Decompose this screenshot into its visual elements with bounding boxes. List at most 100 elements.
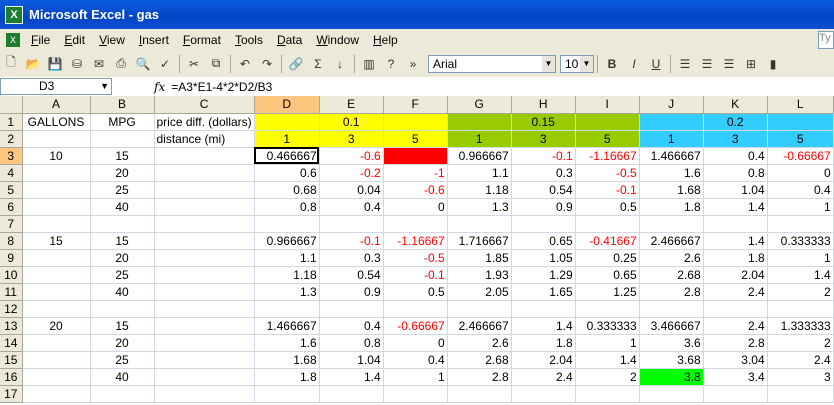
cell-j12[interactable] (639, 300, 704, 318)
cell-l13[interactable]: 1.333333 (767, 317, 834, 335)
cell-c10[interactable] (154, 266, 255, 284)
cell-h7[interactable] (511, 215, 576, 233)
column-header-j[interactable]: J (639, 96, 704, 114)
cell-e1[interactable]: 0.1 (319, 113, 384, 131)
cell-a12[interactable] (22, 300, 91, 318)
cell-f8[interactable]: -1.16667 (383, 232, 448, 250)
cell-f7[interactable] (383, 215, 448, 233)
menu-edit[interactable]: Edit (57, 33, 92, 47)
formula-input[interactable]: =A3*E1-4*2*D2/B3 (171, 80, 272, 94)
cell-a5[interactable] (22, 181, 91, 199)
cell-j1[interactable] (639, 113, 704, 131)
cell-g14[interactable]: 2.6 (447, 334, 512, 352)
cell-l7[interactable] (767, 215, 834, 233)
cell-d2[interactable]: 1 (254, 130, 320, 148)
cell-l15[interactable]: 2.4 (767, 351, 834, 369)
cell-i12[interactable] (575, 300, 640, 318)
cell-h8[interactable]: 0.65 (511, 232, 576, 250)
cell-b4[interactable]: 20 (90, 164, 155, 182)
column-header-h[interactable]: H (511, 96, 576, 114)
cell-i11[interactable]: 1.25 (575, 283, 640, 301)
chevron-down-icon[interactable]: ▼ (542, 55, 555, 72)
cell-i5[interactable]: -0.1 (575, 181, 640, 199)
cell-e3[interactable]: -0.6 (319, 147, 384, 165)
cell-f3[interactable]: -1.66667 (383, 147, 448, 165)
cell-e16[interactable]: 1.4 (319, 368, 384, 386)
cell-d10[interactable]: 1.18 (254, 266, 320, 284)
cell-g10[interactable]: 1.93 (447, 266, 512, 284)
cell-d17[interactable] (254, 385, 320, 403)
sort-ascending-icon[interactable]: ↓ (330, 54, 350, 74)
column-header-l[interactable]: L (767, 96, 834, 114)
cell-a2[interactable] (22, 130, 91, 148)
cell-e2[interactable]: 3 (319, 130, 384, 148)
cell-b7[interactable] (90, 215, 155, 233)
cell-i15[interactable]: 1.4 (575, 351, 640, 369)
cell-h13[interactable]: 1.4 (511, 317, 576, 335)
autosum-icon[interactable]: Σ (308, 54, 328, 74)
hyperlink-icon[interactable]: 🔗 (286, 54, 306, 74)
menu-help[interactable]: Help (366, 33, 405, 47)
cell-j17[interactable] (639, 385, 704, 403)
cell-l10[interactable]: 1.4 (767, 266, 834, 284)
cell-l4[interactable]: 0 (767, 164, 834, 182)
cell-g9[interactable]: 1.85 (447, 249, 512, 267)
cell-b11[interactable]: 40 (90, 283, 155, 301)
excel-icon[interactable]: X (5, 5, 23, 24)
row-header-4[interactable]: 4 (0, 164, 23, 182)
cell-d8[interactable]: 0.966667 (254, 232, 320, 250)
menu-data[interactable]: Data (270, 33, 309, 47)
cell-f10[interactable]: -0.1 (383, 266, 448, 284)
cell-c15[interactable] (154, 351, 255, 369)
font-name-select[interactable]: Arial ▼ (428, 54, 556, 73)
cell-i1[interactable] (575, 113, 640, 131)
column-header-f[interactable]: F (383, 96, 448, 114)
cell-j6[interactable]: 1.8 (639, 198, 704, 216)
menu-insert[interactable]: Insert (132, 33, 176, 47)
cell-k2[interactable]: 3 (703, 130, 768, 148)
cell-e13[interactable]: 0.4 (319, 317, 384, 335)
cell-h2[interactable]: 3 (511, 130, 576, 148)
cell-l17[interactable] (767, 385, 834, 403)
cell-d6[interactable]: 0.8 (254, 198, 320, 216)
cell-b13[interactable]: 15 (90, 317, 155, 335)
cell-h11[interactable]: 1.65 (511, 283, 576, 301)
cell-d9[interactable]: 1.1 (254, 249, 320, 267)
row-header-1[interactable]: 1 (0, 113, 23, 131)
row-header-12[interactable]: 12 (0, 300, 23, 318)
cell-k16[interactable]: 3.4 (703, 368, 768, 386)
name-box[interactable]: D3 ▼ (0, 78, 112, 95)
cell-h5[interactable]: 0.54 (511, 181, 576, 199)
cell-b10[interactable]: 25 (90, 266, 155, 284)
cell-l14[interactable]: 2 (767, 334, 834, 352)
cell-e14[interactable]: 0.8 (319, 334, 384, 352)
print-preview-icon[interactable]: 🔍 (133, 54, 153, 74)
cell-k4[interactable]: 0.8 (703, 164, 768, 182)
cell-c4[interactable] (154, 164, 255, 182)
cell-j15[interactable]: 3.68 (639, 351, 704, 369)
cell-j13[interactable]: 3.466667 (639, 317, 704, 335)
cell-b6[interactable]: 40 (90, 198, 155, 216)
currency-icon[interactable]: ▮ (763, 54, 783, 74)
cell-g4[interactable]: 1.1 (447, 164, 512, 182)
row-header-14[interactable]: 14 (0, 334, 23, 352)
cell-g7[interactable] (447, 215, 512, 233)
cell-d3[interactable]: 0.466667 (254, 147, 320, 165)
cell-f13[interactable]: -0.66667 (383, 317, 448, 335)
spelling-icon[interactable]: ✓ (155, 54, 175, 74)
column-header-g[interactable]: G (447, 96, 512, 114)
cell-i13[interactable]: 0.333333 (575, 317, 640, 335)
cell-j9[interactable]: 2.6 (639, 249, 704, 267)
row-header-15[interactable]: 15 (0, 351, 23, 369)
cell-g12[interactable] (447, 300, 512, 318)
cell-h3[interactable]: -0.1 (511, 147, 576, 165)
cell-i9[interactable]: 0.25 (575, 249, 640, 267)
cell-c12[interactable] (154, 300, 255, 318)
cell-a3[interactable]: 10 (22, 147, 91, 165)
cell-l8[interactable]: 0.333333 (767, 232, 834, 250)
cell-a7[interactable] (22, 215, 91, 233)
cell-c3[interactable] (154, 147, 255, 165)
workbook-icon[interactable]: X (6, 32, 20, 47)
cell-a9[interactable] (22, 249, 91, 267)
cell-i4[interactable]: -0.5 (575, 164, 640, 182)
